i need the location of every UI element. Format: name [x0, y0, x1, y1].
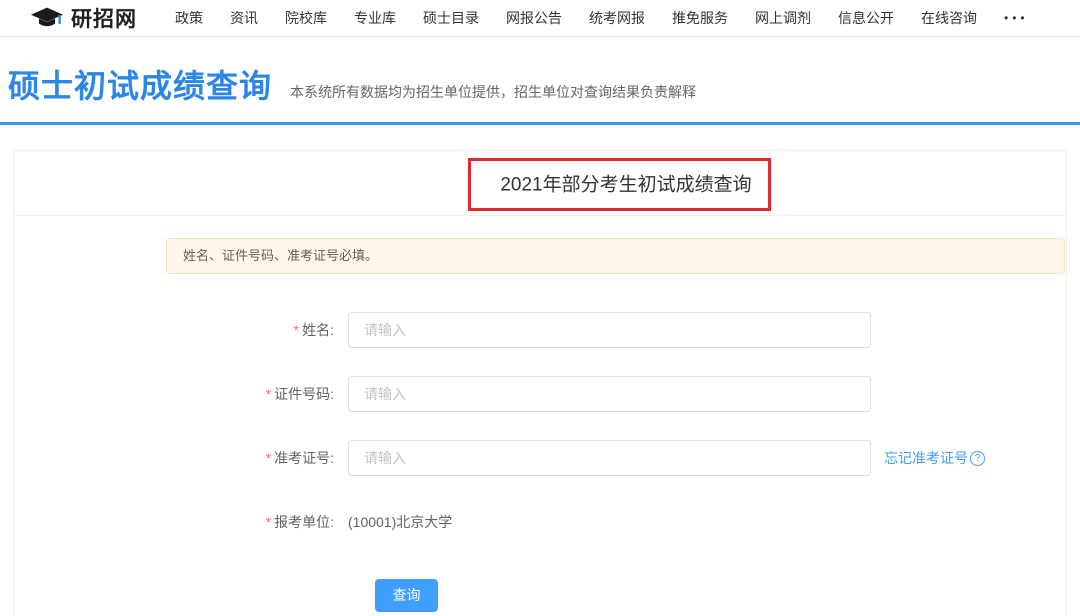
form-row-ticket-number: *准考证号: 忘记准考证号 ?	[14, 440, 1066, 476]
name-label: *姓名:	[14, 320, 348, 340]
nav-item-unified-exam[interactable]: 统考网报	[589, 8, 645, 28]
form-row-id-number: *证件号码:	[14, 376, 1066, 412]
nav-item-policy[interactable]: 政策	[175, 8, 203, 28]
nav-item-online-consult[interactable]: 在线咨询	[921, 8, 977, 28]
card-heading: 2021年部分考生初试成绩查询	[500, 170, 751, 197]
nav-item-master-catalog[interactable]: 硕士目录	[423, 8, 479, 28]
ticket-number-label-text: 准考证号:	[274, 450, 334, 466]
unit-value: (10001)北京大学	[348, 512, 452, 532]
logo-text: 研招网	[71, 3, 137, 33]
required-mark: *	[294, 322, 299, 338]
page-title: 硕士初试成绩查询	[8, 61, 272, 107]
required-mark: *	[266, 386, 271, 402]
form-row-name: *姓名:	[14, 312, 1066, 348]
name-input[interactable]	[348, 312, 871, 348]
graduation-cap-icon	[30, 6, 64, 30]
nav-item-online-adjustment[interactable]: 网上调剂	[755, 8, 811, 28]
forgot-ticket-link[interactable]: 忘记准考证号 ?	[884, 448, 985, 468]
nav-item-online-announcements[interactable]: 网报公告	[506, 8, 562, 28]
form-row-unit: *报考单位: (10001)北京大学	[14, 504, 1066, 540]
query-button[interactable]: 查询	[375, 579, 438, 612]
ticket-number-input[interactable]	[348, 440, 871, 476]
page: 研招网 政策 资讯 院校库 专业库 硕士目录 网报公告 统考网报 推免服务 网上…	[0, 0, 1080, 616]
id-number-label-text: 证件号码:	[274, 386, 334, 402]
name-label-text: 姓名:	[302, 322, 334, 338]
nav-menu: 政策 资讯 院校库 专业库 硕士目录 网报公告 统考网报 推免服务 网上调剂 信…	[175, 8, 1029, 28]
question-circle-icon: ?	[970, 451, 985, 466]
nav-item-news[interactable]: 资讯	[230, 8, 258, 28]
nav-item-exemption-service[interactable]: 推免服务	[672, 8, 728, 28]
nav-item-info-disclosure[interactable]: 信息公开	[838, 8, 894, 28]
logo[interactable]: 研招网	[30, 3, 137, 33]
forgot-ticket-link-text: 忘记准考证号	[884, 448, 968, 468]
required-mark: *	[266, 514, 271, 530]
query-card: 2021年部分考生初试成绩查询 姓名、证件号码、准考证号必填。 *姓名: *证件…	[13, 150, 1067, 616]
notice-bar: 姓名、证件号码、准考证号必填。	[166, 238, 1065, 274]
header-divider	[0, 122, 1080, 125]
unit-label-text: 报考单位:	[274, 514, 334, 530]
nav-item-majors[interactable]: 专业库	[354, 8, 396, 28]
id-number-label: *证件号码:	[14, 384, 348, 404]
page-subtitle: 本系统所有数据均为招生单位提供，招生单位对查询结果负责解释	[290, 82, 696, 102]
card-body: 姓名、证件号码、准考证号必填。 *姓名: *证件号码: *准考证号:	[14, 216, 1066, 613]
id-number-input[interactable]	[348, 376, 871, 412]
card-header: 2021年部分考生初试成绩查询	[14, 151, 1066, 216]
page-header: 硕士初试成绩查询 本系统所有数据均为招生单位提供，招生单位对查询结果负责解释	[0, 37, 1080, 107]
nav-item-colleges[interactable]: 院校库	[285, 8, 327, 28]
more-menu-icon[interactable]: •••	[1004, 11, 1029, 25]
form-row-submit: 查询	[14, 577, 1066, 613]
unit-label: *报考单位:	[14, 512, 348, 532]
top-nav: 研招网 政策 资讯 院校库 专业库 硕士目录 网报公告 统考网报 推免服务 网上…	[0, 0, 1080, 37]
required-mark: *	[266, 450, 271, 466]
ticket-number-label: *准考证号:	[14, 448, 348, 468]
